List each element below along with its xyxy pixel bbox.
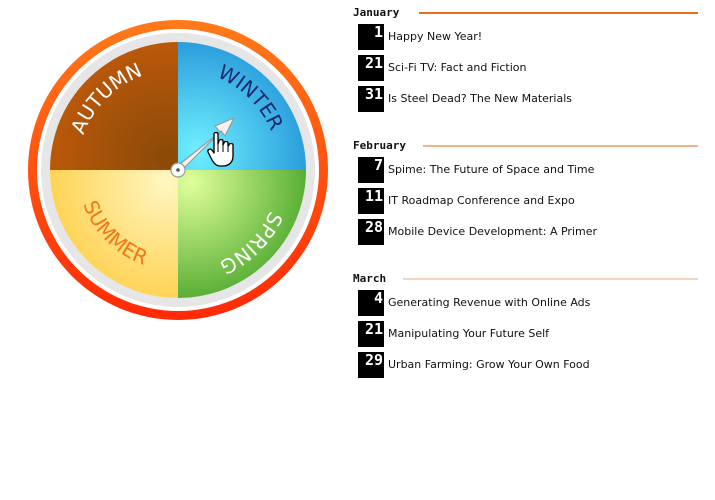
season-dial-graphic[interactable]: WINTER AUTUMN SPRING SUMMER bbox=[22, 14, 334, 326]
month-divider bbox=[403, 278, 698, 280]
month-name: February bbox=[353, 139, 411, 153]
event-title[interactable]: Generating Revenue with Online Ads bbox=[388, 296, 590, 310]
event-title[interactable]: Mobile Device Development: A Primer bbox=[388, 225, 597, 239]
month-header: February bbox=[353, 139, 698, 153]
event-title[interactable]: Manipulating Your Future Self bbox=[388, 327, 549, 341]
event-day: 28 bbox=[358, 219, 384, 245]
event-day: 1 bbox=[358, 24, 384, 50]
event-title[interactable]: Is Steel Dead? The New Materials bbox=[388, 92, 572, 106]
event-title[interactable]: Happy New Year! bbox=[388, 30, 482, 44]
event-day: 7 bbox=[358, 157, 384, 183]
event-item[interactable]: 21 Manipulating Your Future Self bbox=[358, 321, 688, 347]
event-title[interactable]: Spime: The Future of Space and Time bbox=[388, 163, 594, 177]
month-name: March bbox=[353, 272, 392, 286]
event-title[interactable]: Sci-Fi TV: Fact and Fiction bbox=[388, 61, 527, 75]
event-item[interactable]: 11 IT Roadmap Conference and Expo bbox=[358, 188, 688, 214]
event-day: 21 bbox=[358, 55, 384, 81]
month-january: January bbox=[353, 6, 698, 20]
event-item[interactable]: 1 Happy New Year! bbox=[358, 24, 688, 50]
month-header: March bbox=[353, 272, 698, 286]
event-item[interactable]: 28 Mobile Device Development: A Primer bbox=[358, 219, 688, 245]
event-item[interactable]: 31 Is Steel Dead? The New Materials bbox=[358, 86, 688, 112]
event-day: 31 bbox=[358, 86, 384, 112]
event-item[interactable]: 29 Urban Farming: Grow Your Own Food bbox=[358, 352, 688, 378]
event-item[interactable]: 7 Spime: The Future of Space and Time bbox=[358, 157, 688, 183]
month-name: January bbox=[353, 6, 405, 20]
month-divider bbox=[423, 145, 698, 147]
event-item[interactable]: 21 Sci-Fi TV: Fact and Fiction bbox=[358, 55, 688, 81]
month-header: January bbox=[353, 6, 698, 20]
event-title[interactable]: Urban Farming: Grow Your Own Food bbox=[388, 358, 590, 372]
event-title[interactable]: IT Roadmap Conference and Expo bbox=[388, 194, 575, 208]
event-item[interactable]: 4 Generating Revenue with Online Ads bbox=[358, 290, 688, 316]
season-dial[interactable]: WINTER AUTUMN SPRING SUMMER bbox=[22, 14, 334, 326]
event-day: 4 bbox=[358, 290, 384, 316]
month-divider bbox=[419, 12, 698, 14]
season-autumn[interactable] bbox=[50, 42, 178, 170]
event-day: 29 bbox=[358, 352, 384, 378]
event-day: 11 bbox=[358, 188, 384, 214]
event-day: 21 bbox=[358, 321, 384, 347]
season-spring[interactable] bbox=[178, 170, 306, 298]
month-february: February bbox=[353, 139, 698, 153]
event-calendar: January 1 Happy New Year! 21 Sci-Fi TV: … bbox=[353, 0, 705, 500]
month-march: March bbox=[353, 272, 698, 286]
